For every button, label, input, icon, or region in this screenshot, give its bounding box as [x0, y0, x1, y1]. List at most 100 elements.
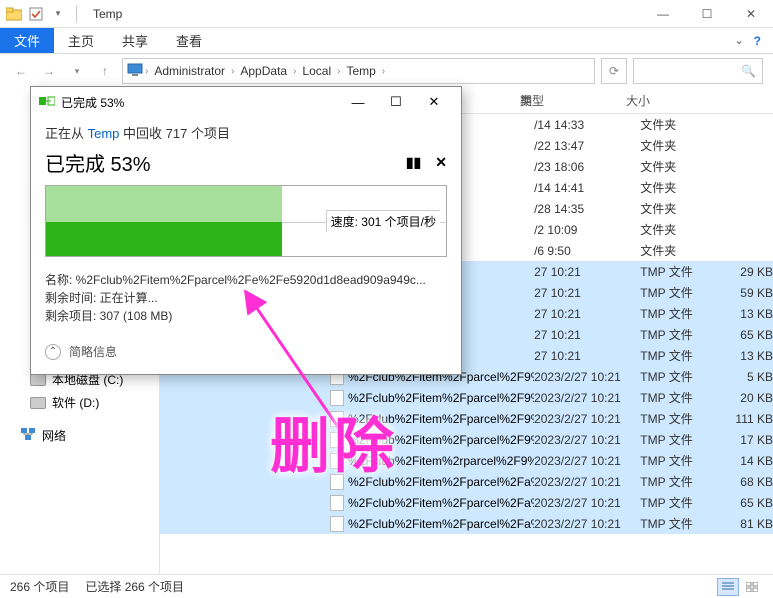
file-date: 2023/2/27 10:21: [534, 412, 640, 426]
qat-properties-icon[interactable]: [28, 6, 44, 22]
ribbon-tabs: 文件 主页 共享 查看 ⌄ ?: [0, 28, 773, 54]
file-icon: [330, 411, 344, 427]
file-size: 81 KB: [725, 517, 773, 531]
info-remaining: 剩余项目: 307 (108 MB): [45, 307, 447, 325]
breadcrumb-item[interactable]: Temp: [342, 64, 379, 78]
file-date: 2023/2/27 10:21: [534, 517, 640, 531]
up-button[interactable]: ↑: [94, 60, 116, 82]
breadcrumb-item[interactable]: AppData: [236, 64, 291, 78]
view-icons-button[interactable]: [741, 578, 763, 596]
file-date: 2023/2/27 10:21: [534, 496, 640, 510]
file-icon: [330, 474, 344, 490]
file-date: 27 10:21: [534, 349, 640, 363]
pc-icon: [127, 63, 143, 80]
file-date: /6 9:50: [534, 244, 640, 258]
file-date: /22 13:47: [534, 139, 640, 153]
table-row[interactable]: %2Fclub%2Fitem%2Fparcel%2Fa%2F...2023/2/…: [160, 513, 773, 534]
file-size: 13 KB: [725, 307, 773, 321]
file-icon: [330, 390, 344, 406]
file-type: TMP 文件: [640, 515, 725, 532]
network-icon: [20, 427, 36, 444]
table-row[interactable]: %2Fclub%2Fitem%2Fparcel%2F9%2F...2023/2/…: [160, 429, 773, 450]
status-selected-count: 已选择 266 个项目: [85, 578, 184, 595]
file-type: TMP 文件: [640, 473, 725, 490]
file-date: 27 10:21: [534, 307, 640, 321]
file-date: /23 18:06: [534, 160, 640, 174]
view-details-button[interactable]: [717, 578, 739, 596]
tab-view[interactable]: 查看: [162, 28, 216, 53]
file-date: /14 14:33: [534, 118, 640, 132]
speed-label: 速度: 301 个项目/秒: [326, 210, 440, 232]
file-name: %2Fclub%2Fitem%2Fparcel%2Fa%2F...: [348, 475, 534, 489]
file-date: 2023/2/27 10:21: [534, 370, 640, 384]
recent-dropdown-icon[interactable]: ▾: [66, 60, 88, 82]
file-date: /28 14:35: [534, 202, 640, 216]
table-row[interactable]: %2Fclub%2Fitem%2Fparcel%2F9%2F...2023/2/…: [160, 387, 773, 408]
file-name: %2Fclub%2Fitem%2Fparcel%2Fa%2F...: [348, 517, 534, 531]
close-button[interactable]: ✕: [729, 0, 773, 28]
chevron-up-icon: ⌃: [45, 344, 61, 360]
drive-icon: [30, 397, 46, 409]
table-row[interactable]: %2Fclub%2Fitem%2Fparcel%2Fa%2F...2023/2/…: [160, 492, 773, 513]
dialog-icon: [39, 95, 55, 110]
breadcrumb-item[interactable]: Local: [298, 64, 335, 78]
fewer-details-button[interactable]: ⌃ 简略信息: [45, 343, 447, 360]
refresh-button[interactable]: ⟳: [601, 58, 627, 84]
tab-share[interactable]: 共享: [108, 28, 162, 53]
file-date: /14 14:41: [534, 181, 640, 195]
file-type: TMP 文件: [640, 347, 725, 364]
file-icon: [330, 432, 344, 448]
dialog-close-button[interactable]: ✕: [415, 94, 453, 110]
tab-file[interactable]: 文件: [0, 28, 54, 53]
info-name: 名称: %2Fclub%2Fitem%2Fparcel%2Fe%2Fe5920d…: [45, 271, 447, 289]
breadcrumb[interactable]: › Administrator› AppData› Local› Temp›: [122, 58, 595, 84]
tab-home[interactable]: 主页: [54, 28, 108, 53]
file-icon: [330, 453, 344, 469]
back-button[interactable]: ←: [10, 60, 32, 82]
cancel-button[interactable]: ✕: [435, 154, 447, 171]
file-type: TMP 文件: [640, 326, 725, 343]
file-icon: [330, 516, 344, 532]
forward-button[interactable]: →: [38, 60, 60, 82]
table-row[interactable]: %2Fclub%2Fitem%2Fparcel%2F9%2F...2023/2/…: [160, 408, 773, 429]
sidebar-item-drive-d[interactable]: 软件 (D:): [0, 391, 159, 414]
dialog-maximize-button[interactable]: ☐: [377, 94, 415, 110]
file-size: 14 KB: [725, 454, 773, 468]
file-date: 27 10:21: [534, 265, 640, 279]
ribbon-expand-icon[interactable]: ⌄: [734, 34, 743, 47]
file-size: 65 KB: [725, 496, 773, 510]
file-type: 文件夹: [640, 158, 725, 175]
col-size[interactable]: 大小: [626, 92, 686, 109]
file-size: 111 KB: [725, 412, 773, 426]
search-input[interactable]: 🔍: [633, 58, 763, 84]
file-date: 2023/2/27 10:21: [534, 433, 640, 447]
sidebar-item-label: 软件 (D:): [52, 394, 99, 411]
file-size: 65 KB: [725, 328, 773, 342]
file-name: %2Fclub%2Fitem%2Fparcel%2F9%2F...: [348, 391, 534, 405]
table-row[interactable]: %2Fclub%2Fitem%2Fparcel%2Fa%2F...2023/2/…: [160, 471, 773, 492]
breadcrumb-item[interactable]: Administrator: [150, 64, 229, 78]
file-size: 68 KB: [725, 475, 773, 489]
help-icon[interactable]: ?: [754, 34, 761, 48]
dialog-source-link[interactable]: Temp: [88, 126, 120, 141]
file-name: %2Fclub%2Fitem%2Fparcel%2F9%2F...: [348, 412, 534, 426]
status-bar: 266 个项目 已选择 266 个项目: [0, 574, 773, 598]
file-name: %2Fclub%2Fitem%2Fparcel%2F9%2F...: [348, 433, 534, 447]
file-icon: [330, 495, 344, 511]
maximize-button[interactable]: ☐: [685, 0, 729, 28]
file-type: TMP 文件: [640, 410, 725, 427]
pause-button[interactable]: ▮▮: [406, 154, 421, 171]
file-size: 29 KB: [725, 265, 773, 279]
file-date: 2023/2/27 10:21: [534, 391, 640, 405]
sidebar-item-network[interactable]: 网络: [0, 424, 159, 447]
dialog-minimize-button[interactable]: —: [339, 95, 377, 110]
col-type[interactable]: 类型: [520, 92, 626, 109]
qat-dropdown-icon[interactable]: ▾: [50, 6, 66, 22]
file-type: 文件夹: [640, 242, 725, 259]
table-row[interactable]: %2Fclub%2Fitem%2rparcel%2F9%2F...2023/2/…: [160, 450, 773, 471]
file-size: 20 KB: [725, 391, 773, 405]
minimize-button[interactable]: —: [641, 0, 685, 28]
dialog-action-text: 正在从 Temp 中回收 717 个项目: [45, 123, 447, 142]
file-date: 2023/2/27 10:21: [534, 475, 640, 489]
file-name: %2Fclub%2Fitem%2rparcel%2F9%2F...: [348, 454, 534, 468]
